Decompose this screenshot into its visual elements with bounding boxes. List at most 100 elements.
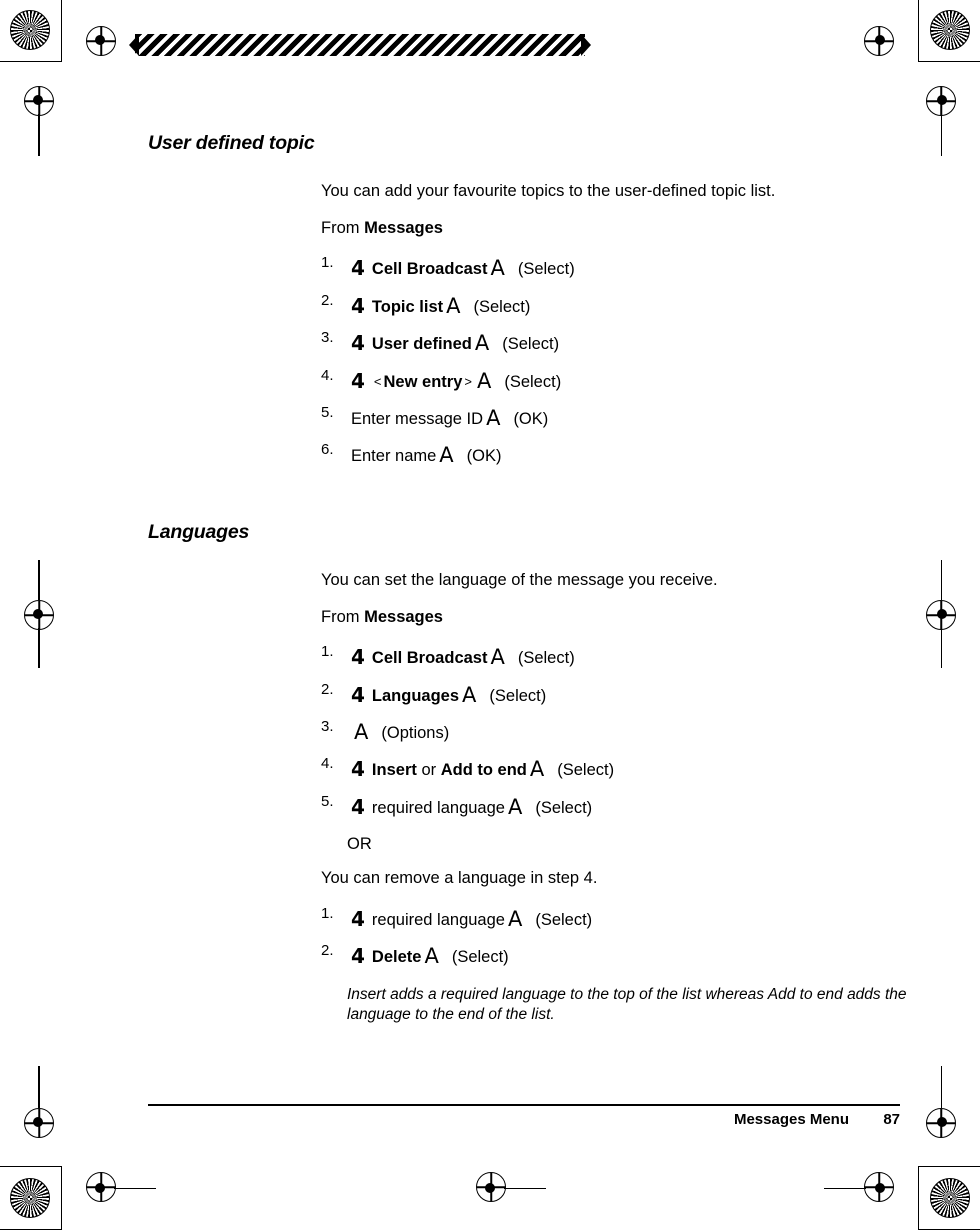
step-action: (Select) — [535, 798, 593, 817]
select-key-icon: A — [446, 293, 461, 318]
from-target: Messages — [364, 218, 443, 237]
from-prefix: From — [321, 607, 365, 626]
step-action: (Select) — [557, 761, 615, 780]
scroll-key-icon: 4 — [351, 906, 365, 931]
select-key-icon: A — [439, 443, 454, 468]
list-item: 3. 4 User defined A (Select) — [321, 327, 868, 357]
scroll-key-icon: 4 — [351, 331, 365, 356]
step-action: (Select) — [517, 260, 575, 279]
select-key-icon: A — [424, 944, 439, 969]
page-footer: Messages Menu 87 — [0, 1104, 980, 1130]
list-item: 2. 4 Delete A (Select) — [321, 940, 868, 970]
scroll-key-icon: 4 — [351, 794, 365, 819]
list-item: 5. 4 required language A (Select) — [321, 791, 868, 821]
scroll-key-icon: 4 — [351, 256, 365, 281]
step-number: 1. — [321, 643, 334, 661]
step-list: 1. 4 Cell Broadcast A (Select) 2. 4 Topic li… — [321, 252, 868, 470]
step-number: 4. — [321, 755, 334, 773]
step-text: Enter name — [351, 447, 437, 466]
step-action: (Select) — [535, 910, 593, 929]
step-target: Cell Broadcast — [371, 260, 488, 279]
step-target: Languages — [371, 686, 460, 705]
step-number: 5. — [321, 792, 334, 810]
select-key-icon: A — [474, 331, 490, 356]
from-line: From Messages — [321, 218, 868, 239]
step-number: 6. — [321, 441, 334, 459]
step-target: Insert — [371, 761, 417, 780]
bracket-close: > — [464, 373, 472, 389]
step-action: (OK) — [513, 410, 549, 428]
step-number: 2. — [321, 942, 334, 960]
section-body: You can add your favourite topics to the… — [321, 181, 868, 470]
step-target: Delete — [371, 948, 422, 967]
section-intro: You can add your favourite topics to the… — [321, 182, 776, 200]
step-target: Cell Broadcast — [371, 649, 488, 668]
list-item: 2. 4 Languages A (Select) — [321, 679, 868, 709]
or-divider-label: OR — [347, 835, 372, 854]
step-action: (Select) — [517, 649, 575, 668]
list-item: 4. 4 Insert or Add to end A (Select) — [321, 753, 868, 783]
section-note: Insert adds a required language to the t… — [347, 985, 907, 1023]
step-action: (OK) — [466, 447, 502, 466]
scroll-key-icon: 4 — [351, 944, 365, 969]
from-prefix: From — [321, 218, 365, 237]
scroll-key-icon: 4 — [351, 682, 365, 707]
select-key-icon: A — [354, 720, 369, 744]
list-item: 6. Enter name A (OK) — [321, 439, 868, 469]
scroll-key-icon: 4 — [351, 757, 365, 782]
select-key-icon: A — [490, 645, 505, 670]
list-item: 1. 4 Cell Broadcast A (Select) — [321, 252, 868, 282]
select-key-icon: A — [490, 256, 505, 281]
step-number: 5. — [321, 404, 334, 421]
footer-page-number: 87 — [883, 1111, 900, 1128]
section-body: You can set the language of the message … — [321, 570, 907, 1025]
step-target: User defined — [371, 335, 472, 354]
list-item: 1. 4 required language A (Select) — [321, 903, 868, 933]
footer-rule — [148, 1104, 900, 1106]
list-item: 2. 4 Topic list A (Select) — [321, 290, 868, 320]
step-text: required language — [371, 910, 505, 929]
scroll-key-icon: 4 — [351, 368, 365, 393]
step-target: New entry — [383, 372, 463, 391]
section-intro: You can set the language of the message … — [321, 570, 718, 589]
scroll-key-icon: 4 — [351, 645, 365, 670]
step-action: (Select) — [504, 372, 562, 391]
step-list: 1. 4 Cell Broadcast A (Select) 2. 4 Language… — [321, 641, 868, 821]
step-conjunction: or — [416, 761, 441, 780]
section-user-defined-topic: User defined topic You can add your favo… — [148, 132, 868, 470]
step-target: Topic list — [371, 297, 444, 316]
select-key-icon: A — [507, 794, 523, 819]
list-item: 1. 4 Cell Broadcast A (Select) — [321, 641, 868, 671]
step-number: 2. — [321, 291, 334, 309]
list-item: 3. A (Options) — [321, 716, 868, 746]
step-text: Enter message ID — [351, 410, 484, 428]
step-number: 3. — [321, 329, 334, 347]
list-item: 4. 4 < New entry > A (Select) — [321, 365, 868, 395]
from-target: Messages — [364, 607, 443, 626]
step-target-alt: Add to end — [440, 761, 527, 780]
step-number: 1. — [321, 254, 334, 272]
step-action: (Select) — [473, 297, 531, 316]
step-number: 2. — [321, 680, 334, 698]
step-list-alt: 1. 4 required language A (Select) 2. 4 Delet… — [321, 903, 868, 971]
step-text: required language — [371, 798, 505, 817]
select-key-icon: A — [486, 406, 501, 430]
document-page: User defined topic You can add your favo… — [0, 0, 980, 1228]
step-action: (Options) — [381, 724, 450, 742]
select-key-icon: A — [476, 368, 492, 393]
bracket-open: < — [373, 373, 382, 389]
step-action: (Select) — [489, 686, 547, 705]
step-action: (Select) — [502, 335, 560, 354]
section-heading: Languages — [148, 520, 250, 543]
select-key-icon: A — [529, 757, 545, 782]
scroll-key-icon: 4 — [351, 293, 365, 318]
select-key-icon: A — [507, 906, 523, 931]
select-key-icon: A — [462, 682, 477, 707]
footer-chapter-title: Messages Menu — [733, 1111, 849, 1128]
section-heading: User defined topic — [148, 132, 315, 154]
step-number: 1. — [321, 904, 334, 922]
step-number: 3. — [321, 718, 334, 735]
step-number: 4. — [321, 366, 334, 384]
page-content: User defined topic You can add your favo… — [148, 132, 907, 1025]
